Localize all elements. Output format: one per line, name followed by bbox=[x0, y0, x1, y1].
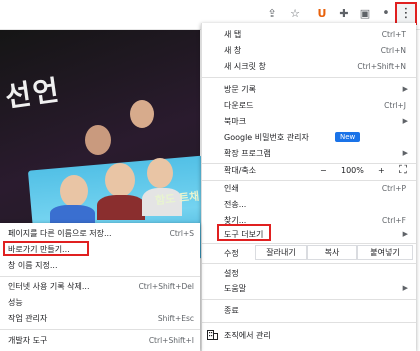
submenu-item-name-window[interactable]: 창 이름 지정... bbox=[0, 258, 200, 272]
person-face bbox=[130, 100, 154, 128]
menu-item-print[interactable]: 인쇄 Ctrl+P bbox=[202, 180, 416, 196]
zoom-in-button[interactable]: + bbox=[378, 166, 385, 175]
menu-divider bbox=[0, 276, 200, 277]
share-icon[interactable]: ⇪ bbox=[264, 5, 280, 21]
copy-button[interactable]: 복사 bbox=[307, 245, 357, 260]
chevron-right-icon: ▶ bbox=[402, 149, 408, 157]
menu-item-managed-by-org[interactable]: 조직에서 관리 bbox=[202, 327, 416, 343]
menu-item-bookmarks[interactable]: 북마크 ▶ bbox=[202, 113, 416, 129]
menu-divider bbox=[0, 329, 200, 330]
submenu-item-task-manager[interactable]: 작업 관리자 Shift+Esc bbox=[0, 311, 200, 325]
menu-item-new-tab[interactable]: 새 탭 Ctrl+T bbox=[202, 26, 416, 42]
menu-item-incognito[interactable]: 새 시크릿 창 Ctrl+Shift+N bbox=[202, 58, 416, 74]
chrome-main-menu: 새 탭 Ctrl+T 새 창 Ctrl+N 새 시크릿 창 Ctrl+Shift… bbox=[201, 23, 416, 351]
highlight-box-create-shortcut bbox=[3, 241, 89, 256]
menu-item-exit[interactable]: 종료 bbox=[202, 302, 416, 318]
zoom-level: 100% bbox=[341, 165, 364, 175]
submenu-item-clear-history[interactable]: 인터넷 사용 기록 삭제... Ctrl+Shift+Del bbox=[0, 279, 200, 293]
extensions-icon[interactable]: ✚ bbox=[336, 5, 352, 21]
chevron-right-icon: ▶ bbox=[402, 85, 408, 93]
sidepanel-icon[interactable]: ▣ bbox=[357, 5, 373, 21]
menu-item-downloads[interactable]: 다운로드 Ctrl+J bbox=[202, 97, 416, 113]
menu-divider bbox=[202, 263, 416, 264]
chevron-right-icon: ▶ bbox=[402, 117, 408, 125]
submenu-item-performance[interactable]: 성능 bbox=[0, 295, 200, 309]
person-face bbox=[105, 163, 135, 197]
person-face bbox=[60, 175, 88, 207]
menu-item-help[interactable]: 도움말 ▶ bbox=[202, 280, 416, 296]
kebab-menu-icon[interactable]: ⋮ bbox=[395, 2, 417, 25]
profile-icon[interactable]: • bbox=[378, 5, 394, 21]
cut-button[interactable]: 잘라내기 bbox=[255, 245, 307, 260]
menu-divider bbox=[202, 322, 416, 323]
menu-item-password-manager[interactable]: Google 비밀번호 관리자 New bbox=[202, 129, 416, 145]
menu-item-history[interactable]: 방문 기록 ▶ bbox=[202, 81, 416, 97]
new-badge: New bbox=[335, 132, 361, 142]
ublock-icon[interactable]: U bbox=[314, 5, 330, 21]
banner-headline: 선언 bbox=[3, 73, 63, 114]
zoom-out-button[interactable]: − bbox=[320, 166, 327, 175]
chevron-right-icon: ▶ bbox=[402, 284, 408, 292]
person-shirt bbox=[97, 195, 145, 220]
menu-divider bbox=[202, 299, 416, 300]
person-shirt bbox=[50, 205, 95, 225]
paste-button[interactable]: 붙여넣기 bbox=[357, 245, 413, 260]
star-icon[interactable]: ☆ bbox=[287, 5, 303, 21]
menu-divider bbox=[202, 243, 416, 244]
submenu-item-dev-tools[interactable]: 개발자 도구 Ctrl+Shift+I bbox=[0, 333, 200, 347]
menu-divider bbox=[202, 77, 416, 78]
menu-item-new-window[interactable]: 새 창 Ctrl+N bbox=[202, 42, 416, 58]
fullscreen-icon[interactable]: ⛶ bbox=[390, 163, 416, 176]
menu-item-settings[interactable]: 설정 bbox=[202, 265, 416, 281]
menu-item-zoom: 확대/축소 − 100% + ⛶ bbox=[202, 162, 416, 178]
person-face bbox=[85, 125, 111, 155]
highlight-box-more-tools bbox=[217, 224, 271, 241]
submenu-item-save-page[interactable]: 페이지를 다른 이름으로 저장... Ctrl+S bbox=[0, 226, 200, 240]
person-face bbox=[147, 158, 173, 188]
menu-item-extensions[interactable]: 확장 프로그램 ▶ bbox=[202, 145, 416, 161]
menu-item-cast[interactable]: 전송... bbox=[202, 196, 416, 212]
chevron-right-icon: ▶ bbox=[402, 230, 408, 238]
building-icon bbox=[207, 330, 218, 340]
